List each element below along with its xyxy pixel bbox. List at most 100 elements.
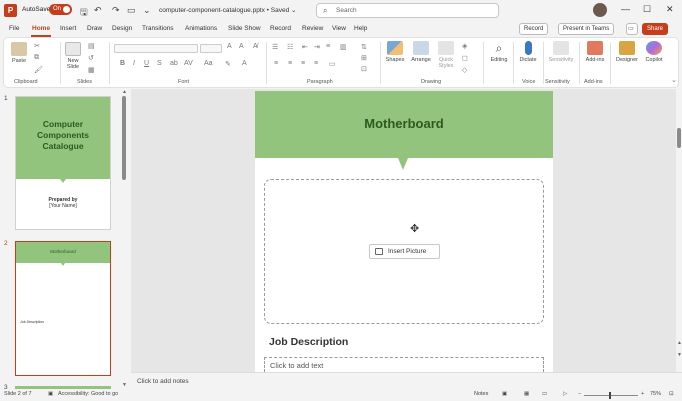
bold-icon[interactable]: B xyxy=(120,60,125,67)
search-box[interactable]: ⌕ Search xyxy=(316,3,499,18)
previous-slide-icon[interactable]: ▲ xyxy=(677,340,682,346)
undo-icon[interactable]: ↶ xyxy=(94,5,102,16)
tab-help[interactable]: Help xyxy=(354,25,367,32)
slideshow-view-icon[interactable]: ▷ xyxy=(563,391,567,397)
underline-icon[interactable]: U xyxy=(144,60,149,67)
tab-draw[interactable]: Draw xyxy=(87,25,102,32)
redo-icon[interactable]: ↷ xyxy=(112,5,120,16)
zoom-out-icon[interactable]: − xyxy=(578,391,581,397)
quick-styles-button[interactable]: Quick Styles xyxy=(435,41,457,69)
cut-icon[interactable]: ✂ xyxy=(34,42,40,50)
tab-animations[interactable]: Animations xyxy=(185,25,217,32)
reading-view-icon[interactable]: ▭ xyxy=(542,391,547,397)
clear-format-icon[interactable]: A̸ xyxy=(253,43,258,50)
tab-home[interactable]: Home xyxy=(32,25,50,32)
shape-fill-icon[interactable]: ◈ xyxy=(462,42,467,50)
record-button[interactable]: Record xyxy=(519,23,549,35)
normal-view-icon[interactable]: ▣ xyxy=(502,391,507,397)
char-spacing-icon[interactable]: AV xyxy=(184,60,193,67)
share-button[interactable]: Share xyxy=(642,23,669,35)
smartart-icon[interactable]: ⊡ xyxy=(361,65,367,73)
fit-to-window-icon[interactable]: ⊡ xyxy=(669,391,674,397)
align-center-icon[interactable]: ≡ xyxy=(288,60,292,67)
zoom-level[interactable]: 75% xyxy=(650,391,661,397)
customize-toolbar-icon[interactable]: ⌄ xyxy=(143,5,151,16)
job-description-textbox[interactable]: Click to add text xyxy=(264,357,544,372)
shapes-button[interactable]: Shapes xyxy=(384,41,406,63)
picture-placeholder[interactable]: ✥ Insert Picture xyxy=(264,179,544,324)
spell-check-icon[interactable]: ▣ xyxy=(48,391,53,397)
dictate-button[interactable]: Dictate xyxy=(517,41,539,63)
align-left-icon[interactable]: ≡ xyxy=(274,60,278,67)
copy-icon[interactable]: ⧉ xyxy=(34,54,39,62)
tab-insert[interactable]: Insert xyxy=(60,25,76,32)
tab-record[interactable]: Record xyxy=(270,25,291,32)
insert-picture-button[interactable]: Insert Picture xyxy=(369,244,440,259)
collapse-ribbon-icon[interactable]: ⌄ xyxy=(671,76,677,84)
slide[interactable]: Motherboard ✥ Insert Picture Job Descrip… xyxy=(255,91,553,372)
avatar[interactable] xyxy=(593,3,607,17)
tab-view[interactable]: View xyxy=(332,25,346,32)
text-direction-icon[interactable]: ⇅ xyxy=(361,43,367,51)
scroll-up-icon[interactable]: ▲ xyxy=(122,89,127,95)
justify-icon[interactable]: ≡ xyxy=(314,60,318,67)
shape-outline-icon[interactable]: ◻ xyxy=(462,54,468,62)
designer-button[interactable]: Designer xyxy=(614,41,640,63)
zoom-slider[interactable] xyxy=(584,395,638,396)
italic-icon[interactable]: I xyxy=(133,60,135,67)
close-button[interactable]: ✕ xyxy=(666,4,674,15)
tab-design[interactable]: Design xyxy=(112,25,132,32)
thumbnail-scrollbar[interactable] xyxy=(122,96,126,180)
minimize-button[interactable]: — xyxy=(621,4,630,14)
notes-toggle-button[interactable]: Notes xyxy=(474,391,488,397)
vertical-scroll-thumb[interactable] xyxy=(677,128,681,148)
autosave-toggle[interactable]: On xyxy=(49,4,72,15)
font-name-combo[interactable] xyxy=(114,44,198,53)
present-from-start-icon[interactable]: ▭ xyxy=(127,5,136,16)
text-box-icon[interactable]: ▭ xyxy=(329,60,336,68)
tab-transitions[interactable]: Transitions xyxy=(142,25,174,32)
slide-title[interactable]: Motherboard xyxy=(255,116,553,131)
strikethrough-icon[interactable]: S xyxy=(157,60,162,67)
notes-pane[interactable]: Click to add notes xyxy=(131,372,682,389)
grow-font-icon[interactable]: A xyxy=(227,43,232,50)
highlight-icon[interactable]: ✎ xyxy=(225,60,231,68)
comments-icon[interactable]: ▭ xyxy=(626,23,638,35)
save-icon[interactable]: 🖫 xyxy=(80,5,88,21)
present-in-teams-button[interactable]: Present in Teams xyxy=(558,23,615,35)
columns-icon[interactable]: ▥ xyxy=(340,43,347,51)
align-text-icon[interactable]: ⊞ xyxy=(361,54,367,62)
slide-thumbnail-2[interactable]: Motherboard Job Description xyxy=(15,241,111,376)
font-size-combo[interactable] xyxy=(200,44,222,53)
font-color-icon[interactable]: A xyxy=(242,60,247,67)
layout-icon[interactable]: ▤ xyxy=(88,42,95,50)
shape-effects-icon[interactable]: ◇ xyxy=(462,66,467,74)
copilot-button[interactable]: Copilot xyxy=(641,41,667,63)
line-spacing-icon[interactable]: ≡ xyxy=(326,43,330,50)
add-ins-button[interactable]: Add-ins xyxy=(583,41,607,63)
format-painter-icon[interactable]: 🖌 xyxy=(34,66,43,74)
accessibility-status[interactable]: Accessibility: Good to go xyxy=(58,391,118,397)
zoom-in-icon[interactable]: + xyxy=(641,391,644,397)
slide-sorter-icon[interactable]: ▦ xyxy=(524,391,529,397)
editing-button[interactable]: ⌕ Editing xyxy=(488,41,510,63)
numbering-icon[interactable]: ☷ xyxy=(287,43,293,51)
arrange-button[interactable]: Arrange xyxy=(409,41,433,63)
increase-indent-icon[interactable]: ⇥ xyxy=(314,43,320,51)
scroll-down-icon[interactable]: ▼ xyxy=(122,382,127,388)
section-icon[interactable]: ▦ xyxy=(88,66,95,74)
slide-thumbnail-1[interactable]: Computer Components Catalogue Prepared b… xyxy=(15,96,111,230)
new-slide-button[interactable]: New Slide xyxy=(64,42,82,70)
paste-button[interactable]: Paste xyxy=(10,42,28,64)
sensitivity-button[interactable]: Sensitivity xyxy=(546,41,576,63)
reset-icon[interactable]: ↺ xyxy=(88,54,94,62)
tab-review[interactable]: Review xyxy=(302,25,323,32)
tab-slide-show[interactable]: Slide Show xyxy=(228,25,261,32)
shadow-icon[interactable]: ab xyxy=(170,60,178,67)
tab-file[interactable]: File xyxy=(9,25,19,32)
change-case-icon[interactable]: Aa xyxy=(204,60,213,67)
decrease-indent-icon[interactable]: ⇤ xyxy=(302,43,308,51)
job-description-heading[interactable]: Job Description xyxy=(269,336,348,348)
shrink-font-icon[interactable]: A xyxy=(239,43,244,50)
zoom-slider-handle[interactable] xyxy=(609,392,611,399)
